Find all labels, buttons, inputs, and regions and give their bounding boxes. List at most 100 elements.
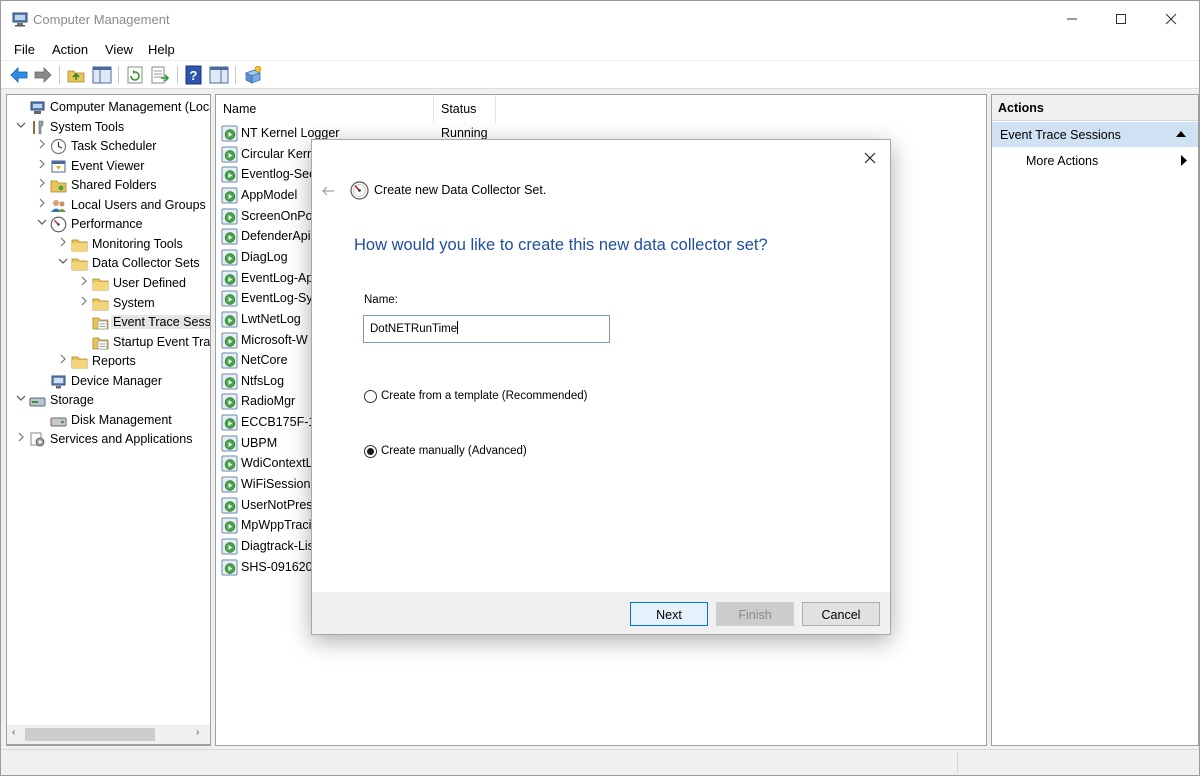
tree-item-label: Data Collector Sets <box>92 256 200 271</box>
tree-item[interactable]: User Defined <box>7 274 210 293</box>
trace-session-icon <box>221 455 238 472</box>
expand-down-icon[interactable] <box>37 217 47 231</box>
trace-session-icon <box>221 249 238 266</box>
tree-item-label: Disk Management <box>71 412 172 427</box>
next-button[interactable]: Next <box>630 602 708 626</box>
dialog-footer: Next Finish Cancel <box>312 592 890 634</box>
folder-icon <box>92 298 109 310</box>
list-item-name: NetCore <box>241 353 288 368</box>
list-item-name: SHS-0916201 <box>241 559 320 574</box>
tree-item[interactable]: Event Viewer <box>7 157 210 176</box>
tree-item[interactable]: Computer Management (Local) <box>7 98 210 117</box>
chevron-right-icon[interactable] <box>79 276 89 290</box>
disk-icon <box>50 417 67 427</box>
close-button[interactable] <box>1148 1 1194 37</box>
back-arrow-icon[interactable] <box>9 65 29 85</box>
column-header-status[interactable]: Status <box>434 95 496 123</box>
tree-item[interactable]: Storage <box>7 391 210 410</box>
expand-down-icon[interactable] <box>58 256 68 270</box>
tree-item-label: Storage <box>50 393 94 408</box>
name-input[interactable]: DotNETRunTime <box>363 315 610 343</box>
show-hide-action-pane-icon[interactable] <box>209 65 229 85</box>
radio-label: Create from a template (Recommended) <box>381 390 588 402</box>
tree-item[interactable]: Services and Applications <box>7 430 210 449</box>
tree-item[interactable]: System <box>7 294 210 313</box>
chevron-right-icon[interactable] <box>16 432 26 446</box>
create-data-collector-set-dialog: Create new Data Collector Set. How would… <box>311 139 891 635</box>
back-arrow-icon[interactable] <box>321 184 335 198</box>
chevron-right-icon[interactable] <box>58 354 68 368</box>
list-item-name: DefenderApi <box>241 229 311 244</box>
refresh-icon[interactable] <box>125 65 145 85</box>
more-actions-item[interactable]: More Actions <box>1026 154 1187 168</box>
up-folder-icon[interactable] <box>66 65 86 85</box>
chevron-right-icon[interactable] <box>37 159 47 173</box>
help-icon[interactable]: ? <box>184 65 204 85</box>
tree-item[interactable]: System Tools <box>7 118 210 137</box>
toolbar-separator <box>118 66 119 84</box>
column-header-name[interactable]: Name <box>216 95 434 123</box>
computer-management-icon <box>12 12 28 27</box>
show-hide-tree-icon[interactable] <box>92 65 112 85</box>
tree-item[interactable]: Device Manager <box>7 372 210 391</box>
maximize-button[interactable] <box>1098 1 1144 37</box>
actions-group-event-trace-sessions[interactable]: Event Trace Sessions <box>992 122 1198 147</box>
clock-icon <box>50 138 67 155</box>
menu-help[interactable]: Help <box>148 42 175 57</box>
tree-item[interactable]: Startup Event Trace Sessions <box>7 333 210 352</box>
radio-create-manually[interactable]: Create manually (Advanced) <box>364 444 544 460</box>
tree-item[interactable]: Local Users and Groups <box>7 196 210 215</box>
expand-down-icon[interactable] <box>16 393 26 407</box>
tools-icon <box>33 120 44 134</box>
dialog-close-button[interactable] <box>860 148 880 168</box>
export-list-icon[interactable] <box>150 65 170 85</box>
console-tree: Computer Management (Local) System Tools T… <box>6 94 211 746</box>
trace-session-icon <box>221 166 238 183</box>
toolbar: ? <box>1 61 1199 89</box>
tree-horizontal-scrollbar[interactable]: ‹ › <box>6 725 211 745</box>
menu-bar: File Action View Help <box>1 39 1199 60</box>
cancel-button[interactable]: Cancel <box>802 602 880 626</box>
tree-item[interactable]: Shared Folders <box>7 176 210 195</box>
trace-session-icon <box>221 290 238 307</box>
tree-item[interactable]: Monitoring Tools <box>7 235 210 254</box>
chevron-right-icon[interactable] <box>37 198 47 212</box>
trace-session-icon <box>221 559 238 576</box>
scrollbar-thumb[interactable] <box>25 728 155 741</box>
tree-item-label: Performance <box>71 217 143 232</box>
collapse-up-icon <box>1176 131 1186 137</box>
menu-file[interactable]: File <box>14 42 35 57</box>
chevron-right-icon[interactable] <box>58 237 68 251</box>
chevron-right-icon[interactable] <box>37 139 47 153</box>
forward-arrow-icon[interactable] <box>33 65 53 85</box>
tree-item-label: Device Manager <box>71 373 163 388</box>
services-icon <box>30 432 45 447</box>
tree-item[interactable]: Disk Management <box>7 411 210 430</box>
tree-item[interactable]: Data Collector Sets <box>7 254 210 273</box>
tree-item[interactable]: Task Scheduler <box>7 137 210 156</box>
list-item-name: DiagLog <box>241 249 288 264</box>
scroll-left-icon[interactable]: ‹ <box>12 727 15 738</box>
scroll-right-icon[interactable]: › <box>196 727 199 738</box>
tree-item-label: User Defined <box>113 275 186 290</box>
tree-item[interactable]: Reports <box>7 352 210 371</box>
tree-item[interactable]: Event Trace Sessions <box>7 313 210 332</box>
tree-item-label: Event Trace Sessions <box>111 315 210 330</box>
list-item-name: Diagtrack-Lis <box>241 539 314 553</box>
chevron-right-icon[interactable] <box>79 296 89 310</box>
folder-icon <box>71 258 88 271</box>
tree-item[interactable]: Performance <box>7 215 210 234</box>
expand-down-icon[interactable] <box>16 120 26 134</box>
chevron-right-icon[interactable] <box>37 178 47 192</box>
menu-view[interactable]: View <box>105 42 133 57</box>
actions-pane: Actions Event Trace Sessions More Action… <box>991 94 1199 746</box>
menu-action[interactable]: Action <box>52 42 88 57</box>
new-data-collector-icon[interactable] <box>243 65 263 85</box>
trace-session-icon <box>221 517 238 534</box>
close-icon <box>1165 13 1177 25</box>
radio-create-from-template[interactable]: Create from a template (Recommended) <box>364 389 604 405</box>
trace-session-icon <box>221 187 238 204</box>
minimize-button[interactable] <box>1049 1 1095 37</box>
toolbar-separator <box>59 66 60 84</box>
status-separator <box>957 753 958 773</box>
